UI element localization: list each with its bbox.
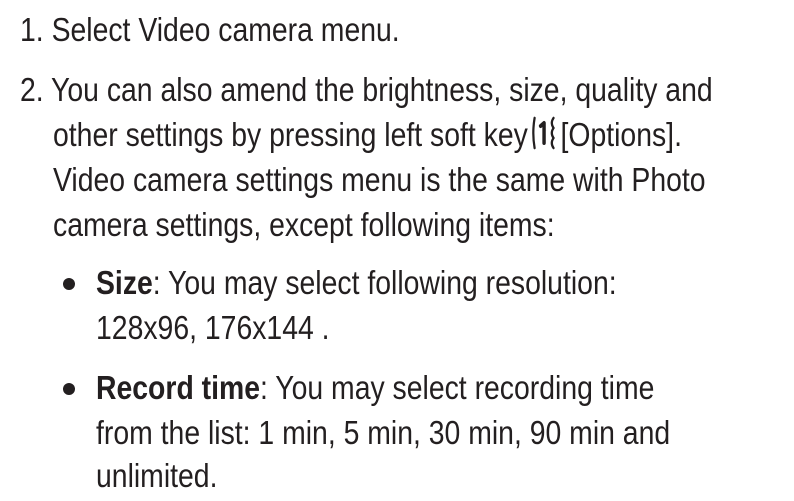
- bullet-size-line-1: Size: You may select following resolutio…: [96, 263, 701, 303]
- bullet-record-time-list: from the list: 1 min, 5 min, 30 min, 90 …: [96, 414, 671, 451]
- bullet-size-dot: [63, 278, 75, 290]
- bullet-record-time-last: unlimited.: [96, 457, 218, 494]
- bullet-size-line-2: 128x96, 176x144 .: [96, 308, 368, 348]
- step-2-line-4-text: camera settings, except following items:: [53, 206, 555, 243]
- step-2-number: 2.: [20, 71, 44, 108]
- left-soft-key-icon: [531, 116, 557, 159]
- step-2-line-4: camera settings, except following items:: [53, 205, 636, 245]
- manual-page: 1. Select Video camera menu. 2. You can …: [0, 0, 794, 501]
- bullet-record-time-line-2: from the list: 1 min, 5 min, 30 min, 90 …: [96, 413, 764, 453]
- step-2-line-1-text: You can also amend the brightness, size,…: [51, 71, 713, 108]
- bullet-record-time-line-1: Record time: You may select recording ti…: [96, 368, 745, 408]
- step-2-line-1: 2. You can also amend the brightness, si…: [20, 70, 794, 110]
- bullet-record-time-line-3: unlimited.: [96, 456, 237, 496]
- bullet-record-time-dot: [63, 383, 75, 395]
- step-2-line-2: other settings by pressing left soft key…: [53, 115, 784, 155]
- bullet-record-time-term: Record time: [96, 369, 261, 406]
- step-1-text: Select Video camera menu.: [51, 11, 400, 48]
- bullet-record-time-text: : You may select recording time: [260, 369, 655, 406]
- step-2-line-3: Video camera settings menu is the same w…: [53, 160, 794, 200]
- step-1-number: 1.: [20, 11, 44, 48]
- step-2-line-3-text: Video camera settings menu is the same w…: [53, 161, 706, 198]
- bullet-size-values: 128x96, 176x144 .: [96, 309, 330, 346]
- bullet-size-text: : You may select following resolution:: [152, 264, 617, 301]
- bullet-size-term: Size: [96, 264, 153, 301]
- step-2-line-2-text: other settings by pressing left soft key: [53, 116, 528, 153]
- options-label: [Options].: [560, 116, 682, 153]
- step-1: 1. Select Video camera menu.: [20, 10, 462, 50]
